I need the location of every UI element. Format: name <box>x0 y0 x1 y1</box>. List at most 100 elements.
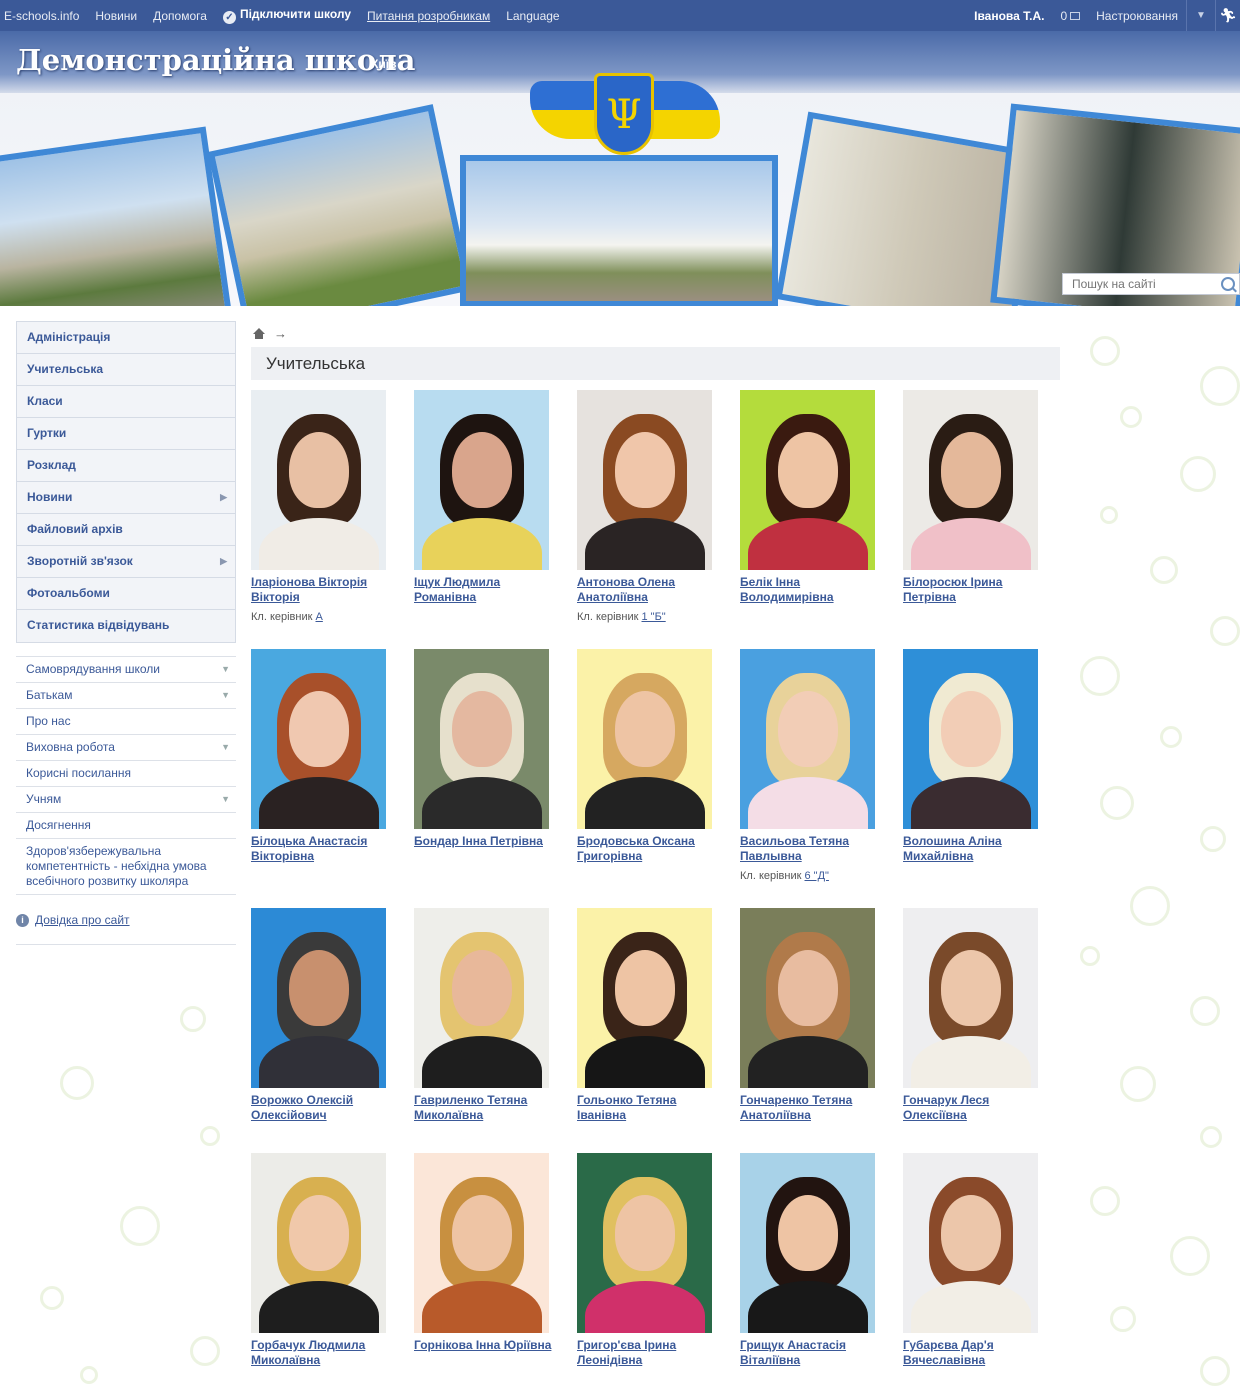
teacher-photo[interactable] <box>251 908 386 1088</box>
teacher-name-link[interactable]: Губарєва Дар'я Вячеславівна <box>903 1338 1063 1368</box>
teacher-name-link[interactable]: Гончарук Леся Олексіївна <box>903 1093 1063 1123</box>
sidebar-item[interactable]: Самоврядування школи ▼ <box>16 657 236 683</box>
teacher-name-link[interactable]: Іщук Людмила Романівна <box>414 575 574 605</box>
school-title[interactable]: Демонстраційна школа <box>16 43 415 77</box>
sidebar-item[interactable]: Гуртки <box>17 418 235 450</box>
site-help-link[interactable]: Довідка про сайт <box>35 913 130 927</box>
sidebar-item[interactable]: Файловий архів <box>17 514 235 546</box>
teacher-photo[interactable] <box>577 649 712 829</box>
teacher-name-link[interactable]: Грищук Анастасія Віталіївна <box>740 1338 900 1368</box>
teacher-name-link[interactable]: Гольонко Тетяна Іванівна <box>577 1093 737 1123</box>
teacher-photo[interactable] <box>577 1153 712 1333</box>
user-name-link[interactable]: Іванова Т.А. <box>966 9 1052 23</box>
sidebar-item[interactable]: Фотоальбоми <box>17 578 235 610</box>
sidebar-item[interactable]: Адміністрація <box>17 322 235 354</box>
teacher-name-link[interactable]: Бондар Інна Петрівна <box>414 834 574 849</box>
teacher-name-link[interactable]: Горбачук Людмила Миколаївна <box>251 1338 411 1368</box>
teacher-name-link[interactable]: Білоцька Анастасія Вікторівна <box>251 834 411 864</box>
teacher-name-link[interactable]: Горнікова Інна Юріївна <box>414 1338 574 1353</box>
sidebar-item[interactable]: Корисні посилання <box>16 761 236 787</box>
teacher-card: Антонова Олена Анатоліївна Кл. керівник 1 … <box>577 390 737 623</box>
teacher-name-line2: Вікторія <box>251 590 300 604</box>
language-link[interactable]: Language <box>498 9 567 23</box>
teacher-name-link[interactable]: Іларіонова Вікторія Вікторія <box>251 575 411 605</box>
sidebar-item[interactable]: Про нас <box>16 709 236 735</box>
sidebar-item[interactable]: Учням ▼ <box>16 787 236 813</box>
teacher-photo[interactable] <box>414 390 549 570</box>
sidebar-item[interactable]: Виховна робота ▼ <box>16 735 236 761</box>
logout-runner-icon[interactable]: 🏃︎ <box>1216 7 1240 24</box>
teacher-name-line1: Іщук Людмила <box>414 575 501 589</box>
settings-link[interactable]: Настроювання <box>1088 9 1186 23</box>
sidebar-item[interactable]: Батькам ▼ <box>16 683 236 709</box>
teacher-photo[interactable] <box>903 390 1038 570</box>
sidebar-item[interactable]: Статистика відвідувань <box>17 610 235 642</box>
teacher-name-link[interactable]: Волошина Аліна Михайлівна <box>903 834 1063 864</box>
teacher-photo[interactable] <box>414 1153 549 1333</box>
teacher-name-link[interactable]: Гавриленко Тетяна Миколаївна <box>414 1093 574 1123</box>
clothing-shape <box>748 777 868 829</box>
teacher-photo[interactable] <box>903 1153 1038 1333</box>
teacher-name-line1: Іларіонова Вікторія <box>251 575 368 589</box>
teacher-name-line1: Гавриленко Тетяна <box>414 1093 528 1107</box>
sidebar-item[interactable]: Досягнення <box>16 813 236 839</box>
sidebar-item[interactable]: Новини ▶ <box>17 482 235 514</box>
teacher-name-link[interactable]: Гончаренко Тетяна Анатоліївна <box>740 1093 900 1123</box>
teacher-photo[interactable] <box>414 649 549 829</box>
info-icon: i <box>16 914 29 927</box>
teacher-name-link[interactable]: Ворожко Олексій Олексійович <box>251 1093 411 1123</box>
face-shape <box>778 691 838 767</box>
teacher-photo[interactable] <box>740 908 875 1088</box>
teacher-name-link[interactable]: Бродовська Оксана Григорівна <box>577 834 737 864</box>
teacher-photo[interactable] <box>740 390 875 570</box>
teacher-name-link[interactable]: Білоросюк Ірина Петрівна <box>903 575 1063 605</box>
teacher-photo[interactable] <box>577 390 712 570</box>
class-link[interactable]: А <box>316 611 323 623</box>
teacher-name-link[interactable]: Васильова Тетяна Павлывна <box>740 834 900 864</box>
clothing-shape <box>911 518 1031 570</box>
check-icon: ✓ <box>222 11 236 24</box>
teacher-name-line1: Білоросюк Ірина <box>903 575 1003 589</box>
teacher-photo[interactable] <box>251 390 386 570</box>
class-teacher-label: Кл. керівник <box>251 611 313 623</box>
face-shape <box>778 1195 838 1271</box>
teacher-name-link[interactable]: Антонова Олена Анатоліївна <box>577 575 737 605</box>
home-icon[interactable] <box>253 327 265 339</box>
chevron-down-icon[interactable]: ▼ <box>1187 10 1215 21</box>
sidebar-item-label: Файловий архів <box>27 522 123 536</box>
teacher-name-line1: Васильова Тетяна <box>740 834 849 848</box>
teacher-name-line2: Іванівна <box>577 1108 627 1122</box>
teacher-photo[interactable] <box>251 1153 386 1333</box>
teacher-photo[interactable] <box>903 649 1038 829</box>
teacher-name-line1: Білоцька Анастасія <box>251 834 368 848</box>
teacher-photo[interactable] <box>577 908 712 1088</box>
sidebar-item-label: Гуртки <box>27 426 67 440</box>
sidebar-item[interactable]: Розклад <box>17 450 235 482</box>
sidebar-item[interactable]: Класи <box>17 386 235 418</box>
sidebar-item-label: Самоврядування школи <box>26 662 160 676</box>
class-link[interactable]: 1 "Б" <box>642 611 666 623</box>
search-input[interactable] <box>1063 274 1213 294</box>
developers-link[interactable]: Питання розробникам <box>359 9 498 23</box>
chevron-down-icon: ▼ <box>221 742 230 752</box>
teacher-photo[interactable] <box>903 908 1038 1088</box>
teacher-name-link[interactable]: Белік Інна Володимирівна <box>740 575 900 605</box>
help-link[interactable]: Допомога <box>145 9 215 23</box>
search-icon[interactable] <box>1221 277 1235 291</box>
sidebar-item[interactable]: Учительська <box>17 354 235 386</box>
arrow-right-icon: → <box>274 325 287 341</box>
teacher-name-link[interactable]: Григор'єва Ірина Леонідівна <box>577 1338 737 1368</box>
teacher-photo[interactable] <box>251 649 386 829</box>
sidebar-item[interactable]: Зворотній зв'язок ▶ <box>17 546 235 578</box>
teacher-photo[interactable] <box>414 908 549 1088</box>
teacher-photo[interactable] <box>740 1153 875 1333</box>
news-link[interactable]: Новини <box>87 9 145 23</box>
city-label: Київ <box>371 57 397 71</box>
site-link[interactable]: E-schools.info <box>0 9 87 23</box>
sidebar-item[interactable]: Здоров'язбережувальна компетентність - н… <box>16 839 236 895</box>
connect-school-link[interactable]: ✓ Підключити школу <box>215 7 359 24</box>
messages-link[interactable]: 0 <box>1052 9 1088 23</box>
class-link[interactable]: 6 "Д" <box>805 870 829 882</box>
teacher-photo[interactable] <box>740 649 875 829</box>
class-teacher-label: Кл. керівник <box>740 870 802 882</box>
